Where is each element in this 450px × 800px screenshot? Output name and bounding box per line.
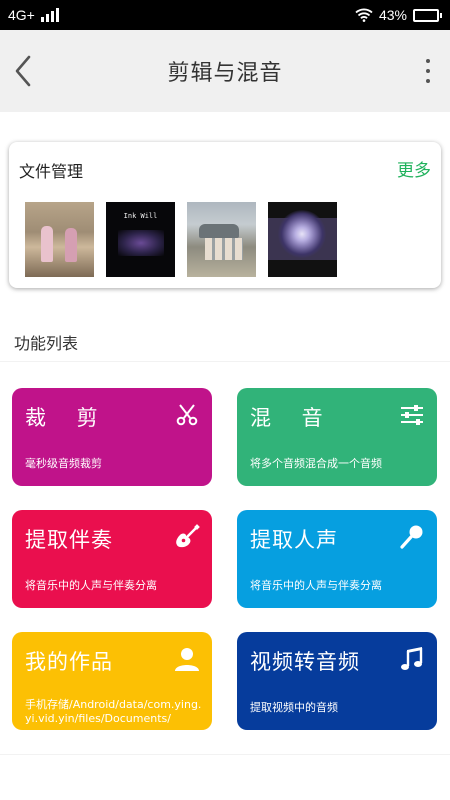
scissors-icon	[174, 402, 200, 428]
video-to-audio-tile[interactable]: 视频转音频 提取视频中的音频	[237, 632, 437, 730]
back-button[interactable]	[8, 50, 38, 92]
guitar-icon	[174, 524, 200, 550]
microphone-icon	[399, 524, 425, 550]
thumbnail-list: Ink Will	[25, 202, 337, 277]
trim-tile[interactable]: 裁 剪 毫秒级音频裁剪	[12, 388, 212, 486]
video-thumbnail-1[interactable]	[25, 202, 94, 277]
tile-title: 视频转音频	[250, 650, 360, 674]
extract-accompaniment-tile[interactable]: 提取伴奏 将音乐中的人声与伴奏分离	[12, 510, 212, 608]
extract-vocals-tile[interactable]: 提取人声 将音乐中的人声与伴奏分离	[237, 510, 437, 608]
wifi-icon	[355, 8, 373, 22]
mix-tile[interactable]: 混 音 将多个音频混合成一个音频	[237, 388, 437, 486]
tile-description: 手机存储/Android/data/com.ying.yi.vid.yin/fi…	[25, 698, 202, 725]
video-thumbnail-2[interactable]: Ink Will	[106, 202, 175, 277]
status-left: 4G+	[8, 7, 59, 23]
person-icon	[174, 646, 200, 672]
tile-title: 裁 剪	[25, 406, 110, 430]
file-manager-title: 文件管理	[19, 162, 84, 181]
more-vertical-icon	[426, 59, 430, 63]
battery-percent: 43%	[378, 7, 407, 23]
tile-description: 提取视频中的音频	[250, 701, 338, 714]
network-type: 4G+	[8, 7, 35, 23]
tile-title: 提取伴奏	[25, 528, 113, 552]
thumbnail-caption: Ink Will	[123, 212, 158, 220]
app-bar: 剪辑与混音	[0, 30, 450, 112]
tile-description: 将音乐中的人声与伴奏分离	[250, 579, 382, 592]
divider	[0, 361, 450, 362]
status-right: 43%	[355, 7, 442, 23]
more-link[interactable]: 更多	[397, 156, 431, 181]
tile-title: 提取人声	[250, 528, 338, 552]
sliders-icon	[399, 402, 425, 428]
file-manager-card: 文件管理 更多 Ink Will	[9, 142, 441, 288]
tile-title: 我的作品	[25, 650, 113, 674]
tile-description: 将音乐中的人声与伴奏分离	[25, 579, 157, 592]
divider	[0, 754, 450, 755]
my-works-tile[interactable]: 我的作品 手机存储/Android/data/com.ying.yi.vid.y…	[12, 632, 212, 730]
music-note-icon	[399, 646, 425, 672]
page-title: 剪辑与混音	[167, 61, 283, 86]
video-thumbnail-3[interactable]	[187, 202, 256, 277]
tile-description: 将多个音频混合成一个音频	[250, 457, 382, 470]
more-options-button[interactable]	[420, 50, 436, 92]
chevron-left-icon	[15, 55, 31, 87]
battery-icon	[413, 8, 442, 22]
tile-title: 混 音	[250, 406, 335, 430]
feature-list-title: 功能列表	[14, 334, 79, 353]
video-thumbnail-4[interactable]	[268, 202, 337, 277]
status-bar: 4G+ 43%	[0, 0, 450, 30]
tile-description: 毫秒级音频裁剪	[25, 457, 102, 470]
cell-signal-icon	[40, 8, 59, 22]
